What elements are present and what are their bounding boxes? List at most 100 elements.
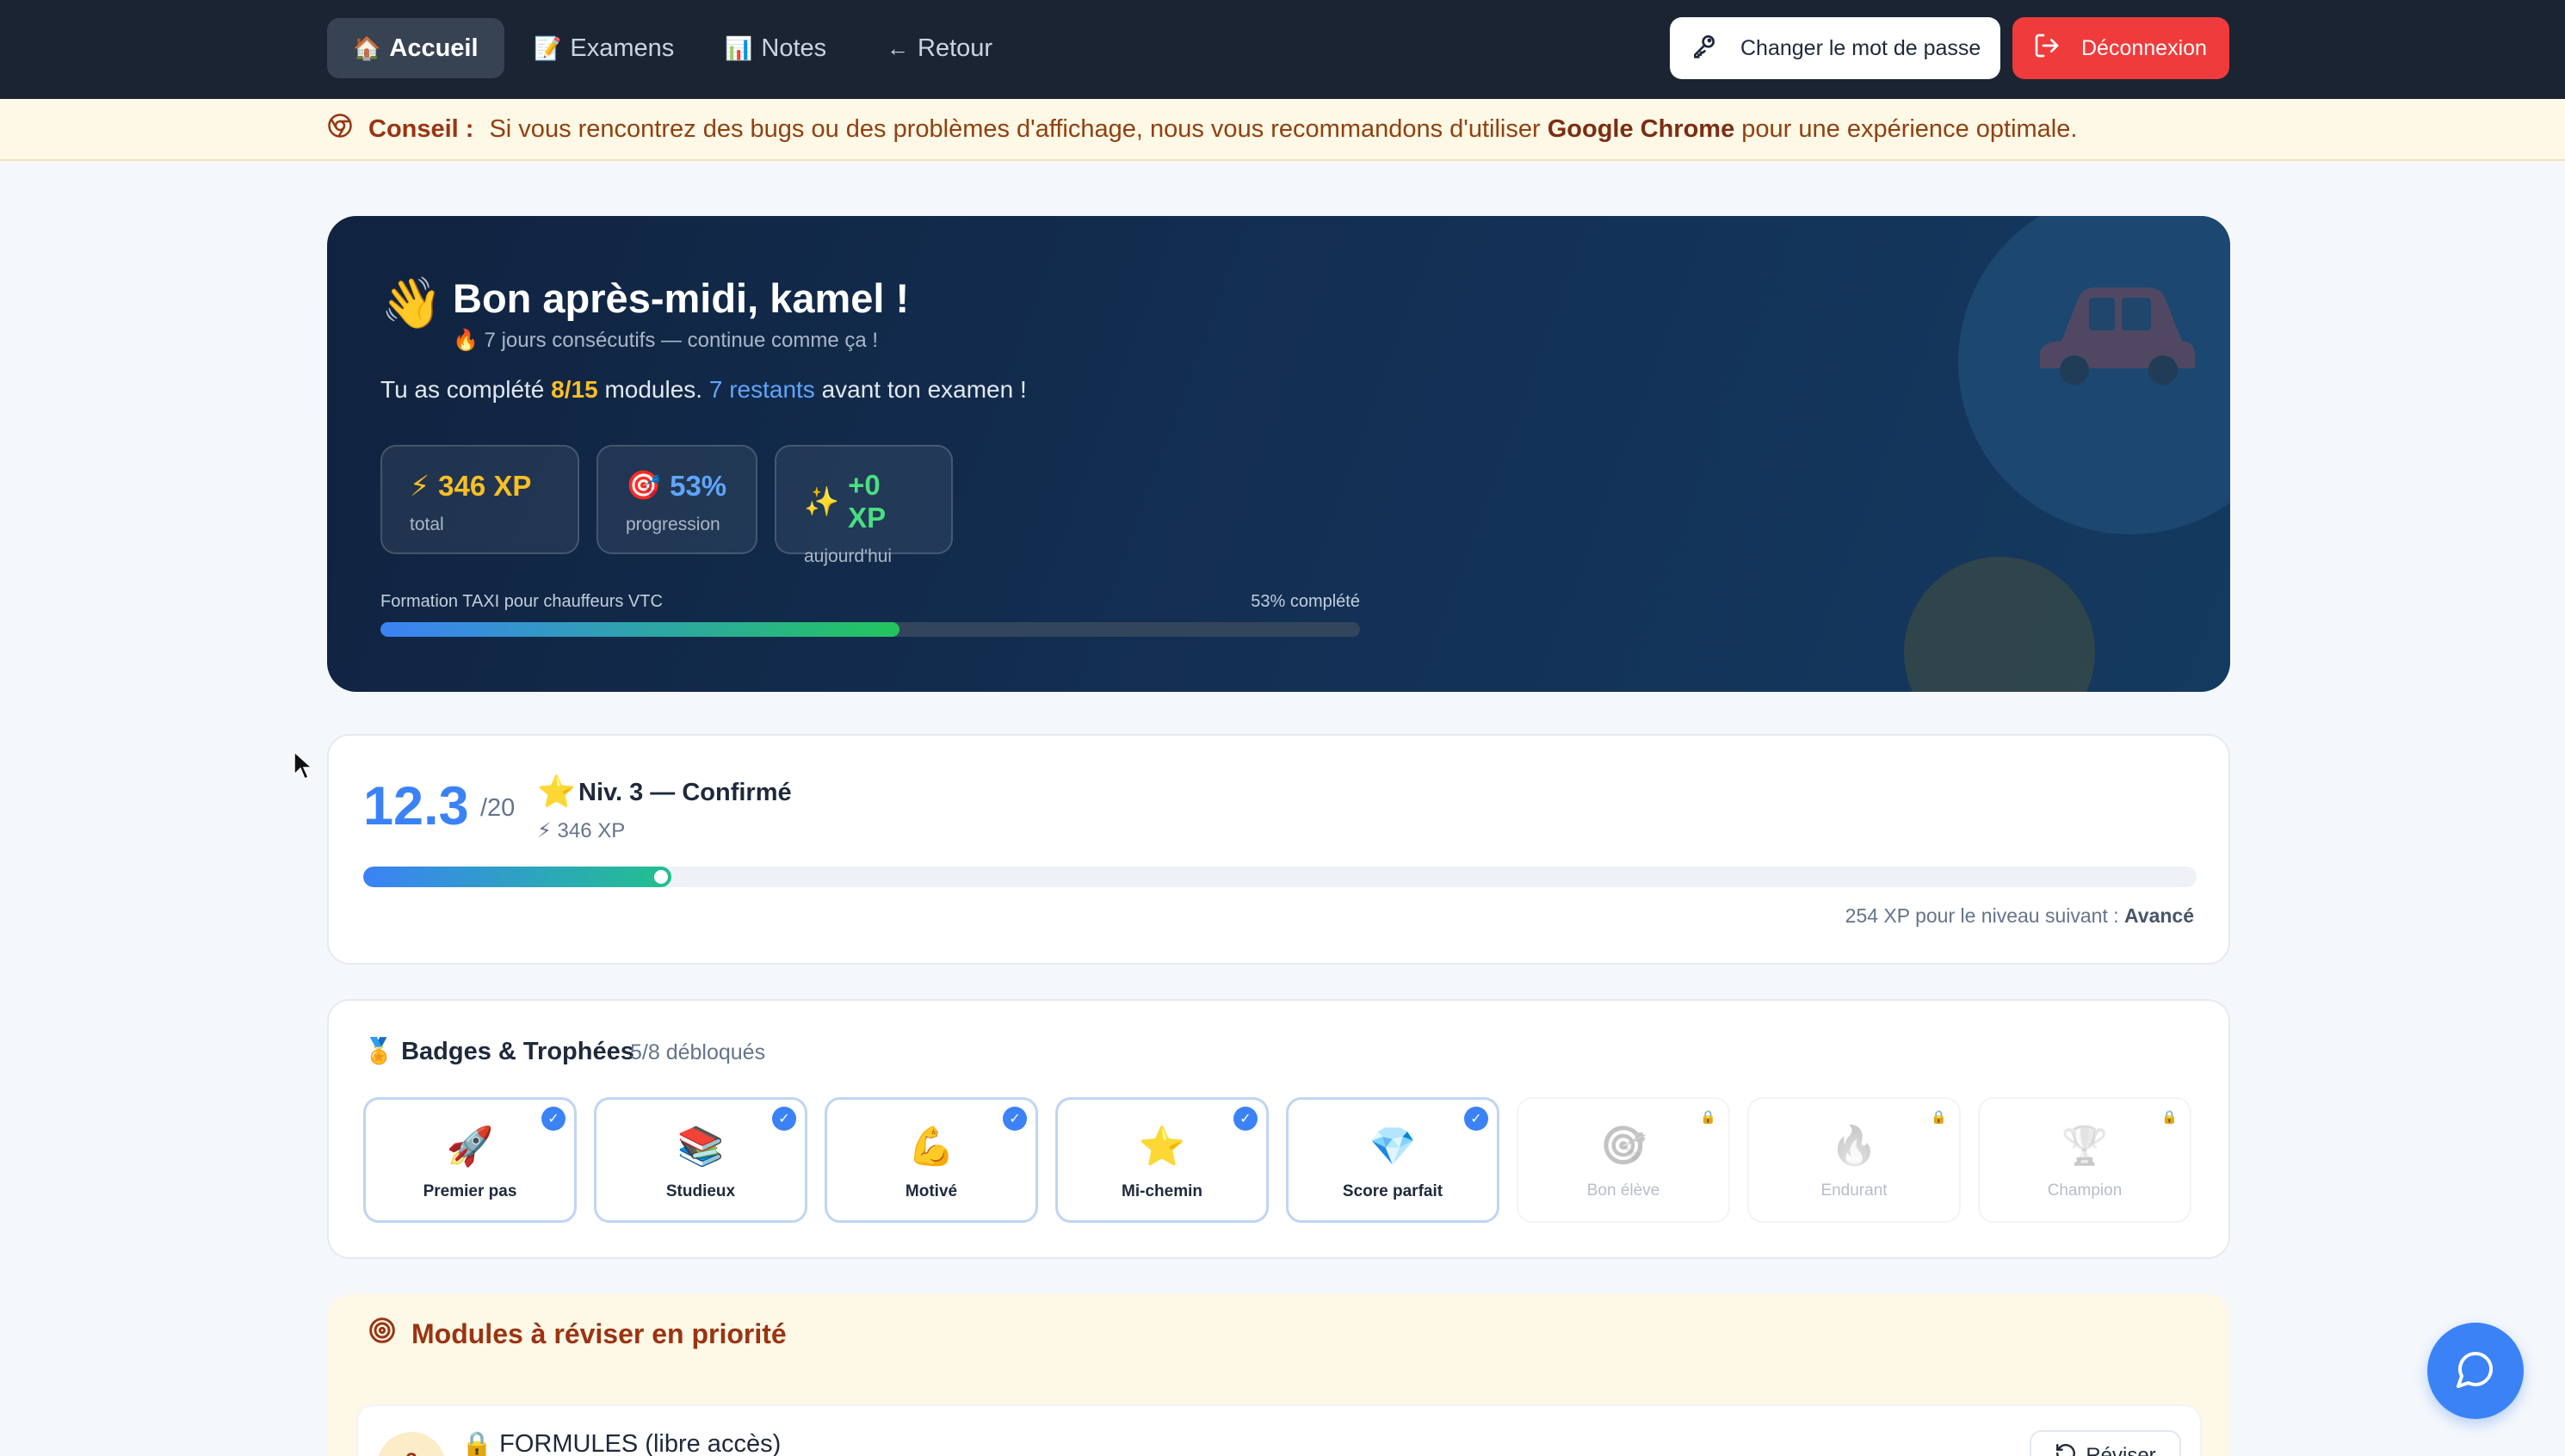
next-level-text: 254 XP pour le niveau suivant : Avancé [1845, 904, 2194, 928]
badge-label: Champion [2047, 1181, 2123, 1200]
memo-icon: 📝 [534, 34, 562, 61]
stat-today-xp: ✨ +0 XP aujourd'hui [775, 445, 953, 566]
medal-icon: 🏅 [363, 1038, 395, 1065]
badge-label: Mi-chemin [1122, 1182, 1202, 1200]
change-password-label: Changer le mot de passe [1740, 35, 1981, 60]
badge-label: Endurant [1820, 1181, 1888, 1200]
stat-total-xp-value: 346 XP [438, 469, 532, 502]
sparkles-icon: ✨ [804, 484, 840, 517]
priority-module-item: 3 🔒 FORMULES (libre accès) Réviser [356, 1404, 2202, 1456]
module-name: FORMULES (libre accès) [499, 1430, 782, 1456]
arrow-left-icon: ← [887, 34, 909, 61]
priority-title-row: Modules à réviser en priorité [368, 1317, 787, 1351]
badges-title: Badges & Trophées [401, 1037, 634, 1065]
modules-progress-text: Tu as complété 8/15 modules. 7 restants … [380, 376, 1027, 404]
stat-total-xp: ⚡ 346 XP total [380, 445, 579, 554]
chat-bubble-icon [2455, 1348, 2496, 1394]
badge-champion[interactable]: 🔒 🏆 Champion [1978, 1097, 2191, 1223]
logout-button[interactable]: Déconnexion [2012, 17, 2229, 79]
star-icon: ⭐ [1138, 1126, 1186, 1168]
course-progress-fill [380, 622, 900, 637]
bullseye-icon [368, 1317, 396, 1351]
key-icon [1690, 32, 1718, 65]
fire-icon: 🔥 [1830, 1125, 1878, 1167]
chrome-icon [327, 113, 353, 145]
tip-label: Conseil : [368, 114, 474, 143]
lightning-icon: ⚡ [410, 470, 430, 502]
remaining-count: 7 restants [708, 376, 815, 403]
badge-motivated[interactable]: ✓ 💪 Motivé [825, 1097, 1038, 1223]
nav-exams[interactable]: 📝 Examens [508, 18, 700, 78]
badge-studious[interactable]: ✓ 📚 Studieux [594, 1097, 807, 1223]
badge-good-student[interactable]: 🔒 🎯 Bon élève [1517, 1097, 1730, 1223]
course-name: Formation TAXI pour chauffeurs VTC [380, 592, 663, 611]
course-progress-labels: Formation TAXI pour chauffeurs VTC 53% c… [380, 592, 1360, 612]
books-icon: 📚 [677, 1126, 725, 1168]
progress-text-after: avant ton examen ! [821, 376, 1027, 403]
nav-home-label: Accueil [389, 34, 479, 62]
greeting-title: Bon après-midi, kamel ! [453, 275, 910, 321]
badge-first-step[interactable]: ✓ 🚀 Premier pas [363, 1097, 577, 1223]
chat-button[interactable] [2427, 1323, 2524, 1419]
stat-progression-value: 53% [670, 469, 727, 502]
top-navbar: 🏠 Accueil 📝 Examens 📊 Notes ← Retour Cha… [0, 0, 2565, 99]
change-password-button[interactable]: Changer le mot de passe [1670, 17, 2000, 79]
logout-label: Déconnexion [2081, 35, 2207, 60]
module-number: 3 [377, 1432, 446, 1456]
level-xp: ⚡ 346 XP [537, 819, 626, 842]
target-icon: 🎯 [1599, 1125, 1647, 1167]
stat-progression-label: progression [626, 515, 720, 534]
streak-text: 🔥 7 jours consécutifs — continue comme ç… [453, 329, 879, 352]
stat-total-xp-label: total [410, 515, 444, 534]
nav-back[interactable]: ← Retour [861, 18, 1018, 78]
bar-chart-icon: 📊 [725, 34, 753, 61]
trophy-icon: 🏆 [2061, 1125, 2109, 1167]
completed-count: 8/15 [551, 376, 598, 403]
priority-modules-section: Modules à réviser en priorité 3 🔒 FORMUL… [327, 1294, 2230, 1456]
badge-label: Bon élève [1586, 1181, 1660, 1200]
level-progress-fill [363, 867, 671, 887]
badge-enduring[interactable]: 🔒 🔥 Endurant [1747, 1097, 1961, 1223]
next-level-name: Avancé [2124, 904, 2194, 927]
logout-icon [2033, 32, 2061, 65]
tip-text: Si vous rencontrez des bugs ou des probl… [489, 115, 2077, 144]
decor-circle [1904, 557, 2095, 692]
level-progress-bar [363, 867, 2197, 887]
mouse-cursor [293, 750, 313, 786]
average-score: 12.3 [363, 776, 469, 836]
nav-home[interactable]: 🏠 Accueil [327, 18, 504, 78]
badge-label: Premier pas [423, 1182, 517, 1200]
rocket-icon: 🚀 [446, 1126, 494, 1168]
stat-progression-value-row: 🎯 53% [626, 469, 728, 503]
level-card: 12.3 /20 ⭐ Niv. 3 — Confirmé ⚡ 346 XP 25… [327, 734, 2230, 965]
stat-today-xp-label: aujourd'hui [804, 546, 893, 566]
module-name-row: 🔒 FORMULES (libre accès) [461, 1430, 781, 1456]
target-icon: 🎯 [626, 469, 662, 501]
welcome-hero-card: 👋 Bon après-midi, kamel ! 🔥 7 jours cons… [327, 216, 2230, 692]
review-button[interactable]: Réviser [2030, 1430, 2181, 1456]
badge-perfect-score[interactable]: ✓ 💎 Score parfait [1286, 1097, 1499, 1223]
badge-label: Score parfait [1342, 1182, 1443, 1200]
badge-label: Motivé [905, 1182, 958, 1200]
tip-banner: Conseil : Si vous rencontrez des bugs ou… [0, 99, 2565, 161]
badges-title-row: 🏅 Badges & Trophées [363, 1037, 634, 1066]
stat-progression: 🎯 53% progression [596, 445, 757, 554]
progress-text-before: Tu as complété [380, 376, 545, 403]
stat-today-xp-value: +0 XP [848, 469, 887, 534]
course-progress-bar [380, 622, 1360, 637]
badge-halfway[interactable]: ✓ ⭐ Mi-chemin [1055, 1097, 1269, 1223]
level-progress-knob [653, 870, 668, 884]
tip-text-before: Si vous rencontrez des bugs ou des probl… [489, 114, 1541, 143]
home-icon: 🏠 [353, 34, 381, 61]
score-max: /20 [480, 794, 516, 822]
progress-text-middle: modules. [604, 376, 703, 403]
car-icon [2036, 272, 2199, 392]
flexed-biceps-icon: 💪 [907, 1126, 955, 1168]
tip-browser: Google Chrome [1547, 114, 1735, 143]
review-button-label: Réviser [2086, 1444, 2156, 1456]
waving-hand-icon: 👋 [380, 275, 443, 331]
stat-today-xp-value-row: ✨ +0 XP [804, 469, 924, 534]
nav-exams-label: Examens [570, 34, 675, 62]
level-name: Niv. 3 — Confirmé [578, 779, 792, 806]
nav-grades[interactable]: 📊 Notes [699, 18, 852, 78]
